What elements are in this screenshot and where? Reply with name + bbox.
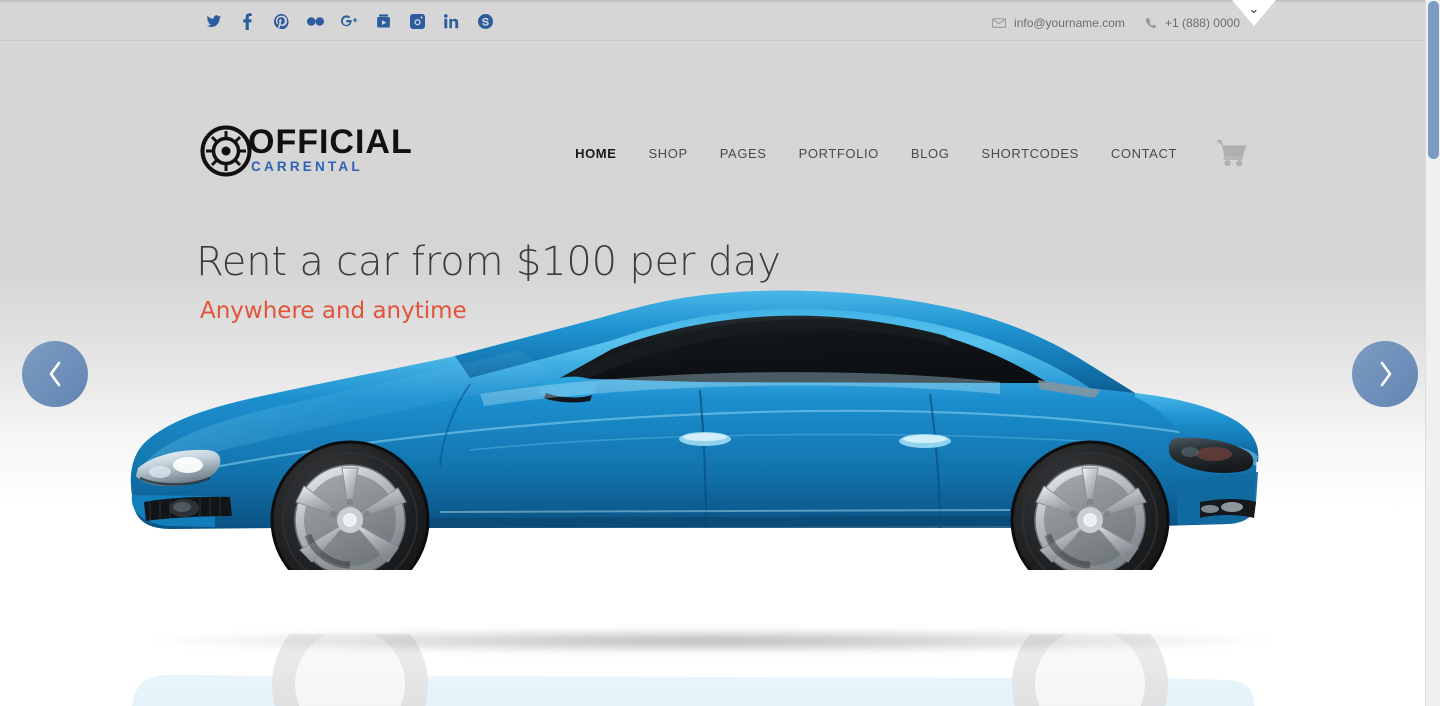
browser-scrollbar[interactable] bbox=[1425, 0, 1440, 706]
door-handle-front bbox=[679, 432, 731, 446]
topbar: info@yourname.com +1 (888) 0000 bbox=[0, 0, 1425, 41]
chevron-right-icon bbox=[1380, 361, 1391, 387]
instagram-icon[interactable] bbox=[400, 8, 434, 34]
twitter-icon[interactable] bbox=[196, 8, 230, 34]
youtube-icon[interactable] bbox=[366, 8, 400, 34]
chevron-down-icon: ⌄ bbox=[1248, 1, 1260, 16]
chevron-left-icon bbox=[49, 361, 60, 387]
phone-icon bbox=[1145, 17, 1157, 29]
slider-prev-button[interactable] bbox=[22, 341, 88, 407]
exhaust-tip-1 bbox=[1221, 502, 1243, 512]
exhaust-tip-2 bbox=[1201, 505, 1219, 513]
email-text: info@yourname.com bbox=[1014, 15, 1125, 30]
topbar-toggle-button[interactable]: ⌄ bbox=[1232, 0, 1276, 28]
flickr-icon[interactable] bbox=[298, 8, 332, 34]
phone-text: +1 (888) 0000 bbox=[1164, 15, 1240, 30]
envelope-icon bbox=[992, 17, 1007, 28]
linkedin-icon[interactable] bbox=[434, 8, 468, 34]
scrollbar-thumb[interactable] bbox=[1428, 1, 1439, 159]
site-header: OFFICIAL CARRENTAL HOME SHOP PAGES PORTF… bbox=[0, 41, 1425, 177]
social-links bbox=[196, 8, 502, 34]
phone-contact[interactable]: +1 (888) 0000 bbox=[1145, 16, 1240, 30]
door-handle-rear bbox=[899, 434, 951, 448]
slider-next-button[interactable] bbox=[1352, 341, 1418, 407]
email-contact[interactable]: info@yourname.com bbox=[992, 16, 1125, 30]
topbar-contact: info@yourname.com +1 (888) 0000 bbox=[992, 2, 1240, 43]
rocker-panel bbox=[430, 516, 1020, 528]
hero-car-image bbox=[0, 150, 1425, 570]
pinterest-icon[interactable] bbox=[264, 8, 298, 34]
page-root: info@yourname.com +1 (888) 0000 ⌄ OFFICI… bbox=[0, 0, 1440, 706]
skype-icon[interactable] bbox=[468, 8, 502, 34]
car-illustration bbox=[130, 290, 1259, 570]
google-plus-icon[interactable] bbox=[332, 8, 366, 34]
rear-bumper bbox=[1176, 472, 1258, 525]
facebook-icon[interactable] bbox=[230, 8, 264, 34]
